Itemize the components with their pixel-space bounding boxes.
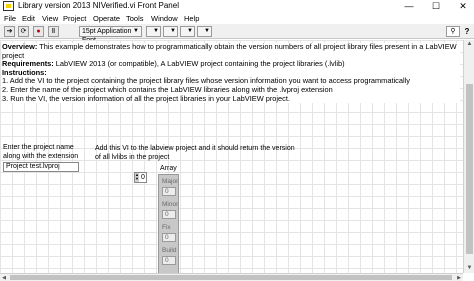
requirements-text: LabVIEW 2013 (or compatible), A LabVIEW …	[53, 59, 345, 69]
vertical-scrollbar[interactable]: ▲ ▼	[463, 40, 474, 273]
horizontal-scrollbar[interactable]: ◀ ▶	[0, 273, 463, 281]
reorder-icon[interactable]: ▼	[197, 26, 212, 37]
instruction-step-3: 3. Run the VI, the version information o…	[2, 93, 290, 103]
toolbar: ➔ ⟳ ● Ⅱ 15pt Application Font ▼ ▼ ▼ ▼ ▼ …	[0, 24, 474, 44]
vertical-scroll-thumb[interactable]	[466, 84, 473, 254]
overview-text: This example demonstrates how to program…	[2, 42, 457, 60]
menu-edit[interactable]: Edit	[22, 14, 35, 23]
align-objects-icon[interactable]: ▼	[146, 26, 161, 37]
build-label: Build	[162, 247, 177, 254]
build-indicator: 0	[162, 256, 176, 265]
major-label: Major	[162, 178, 179, 185]
help-icon[interactable]: ?	[462, 26, 472, 37]
fix-indicator: 0	[162, 233, 176, 242]
window-title: Library version 2013 NIVerified.vi Front…	[18, 1, 179, 10]
menu-tools[interactable]: Tools	[126, 14, 144, 23]
search-icon[interactable]: ⚲	[446, 26, 460, 37]
scroll-left-icon[interactable]: ◀	[0, 274, 8, 281]
menu-bar: File Edit View Project Operate Tools Win…	[0, 13, 474, 24]
resize-objects-icon[interactable]: ▼	[180, 26, 195, 37]
scroll-right-icon[interactable]: ▶	[455, 274, 463, 281]
major-indicator: 0	[162, 187, 176, 196]
scroll-up-icon[interactable]: ▲	[465, 40, 474, 49]
project-name-label: Enter the project name along with the ex…	[3, 144, 79, 160]
add-vi-note: Add this VI to the labview project and i…	[95, 145, 295, 161]
description-text: Overview: This example demonstrates how …	[2, 42, 460, 104]
version-cluster: Major 0 Minor 0 Fix 0 Build 0	[158, 174, 179, 273]
menu-file[interactable]: File	[4, 14, 16, 23]
minimize-button[interactable]: —	[400, 0, 418, 13]
labview-vi-icon	[3, 1, 14, 11]
minor-label: Minor	[162, 201, 179, 208]
run-arrow-icon[interactable]: ➔	[4, 26, 15, 37]
front-panel: Overview: This example demonstrates how …	[0, 40, 463, 273]
menu-view[interactable]: View	[42, 14, 58, 23]
version-array: ▲ ▼ 0 Major 0 Minor 0 Fix 0 Build 0	[134, 172, 179, 273]
title-bar: Library version 2013 NIVerified.vi Front…	[0, 0, 474, 13]
distribute-objects-icon[interactable]: ▼	[163, 26, 178, 37]
menu-window[interactable]: Window	[151, 14, 178, 23]
run-continuously-icon[interactable]: ⟳	[18, 26, 29, 37]
font-selector[interactable]: 15pt Application Font ▼	[79, 26, 142, 44]
horizontal-scroll-thumb[interactable]	[10, 275, 452, 280]
array-label: Array	[160, 165, 177, 172]
maximize-button[interactable]: ☐	[427, 0, 445, 13]
pause-icon[interactable]: Ⅱ	[48, 26, 59, 37]
project-name-input[interactable]: Project test.lvproj	[3, 162, 79, 172]
index-spinner-icon[interactable]: ▲ ▼	[135, 173, 139, 182]
minor-indicator: 0	[162, 210, 176, 219]
fix-label: Fix	[162, 224, 171, 231]
menu-project[interactable]: Project	[63, 14, 86, 23]
array-index-control[interactable]: ▲ ▼ 0	[134, 172, 147, 183]
array-index-value: 0	[141, 174, 145, 181]
scroll-down-icon[interactable]: ▼	[465, 264, 474, 273]
menu-operate[interactable]: Operate	[93, 14, 120, 23]
close-button[interactable]: ✕	[454, 0, 472, 13]
abort-icon[interactable]: ●	[33, 26, 44, 37]
menu-help[interactable]: Help	[184, 14, 199, 23]
chevron-down-icon: ▼	[133, 28, 139, 34]
